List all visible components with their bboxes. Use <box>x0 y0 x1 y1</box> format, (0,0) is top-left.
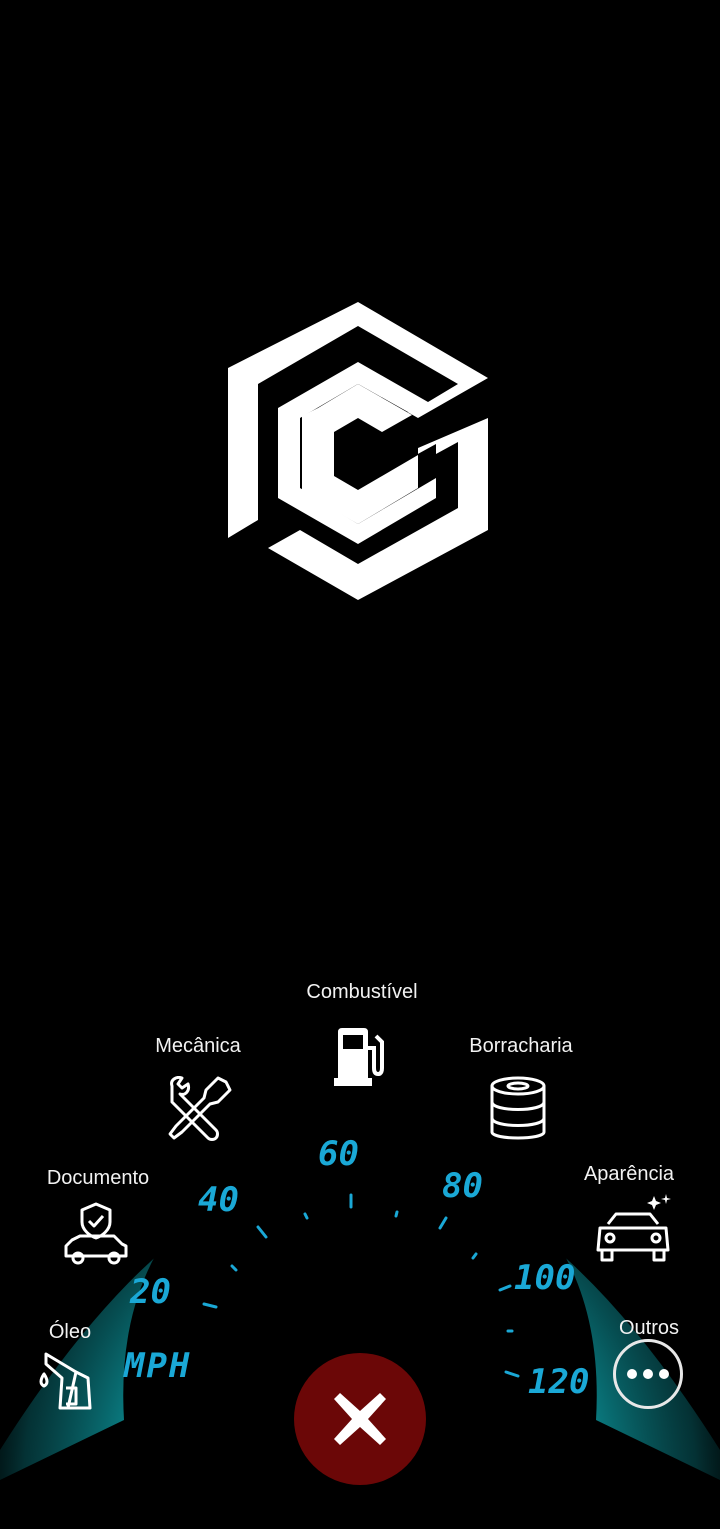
menu-item-label: Borracharia <box>469 1035 573 1057</box>
oil-pump-icon <box>39 1352 92 1410</box>
close-menu-button[interactable] <box>294 1353 426 1485</box>
menu-item-label: Combustível <box>306 981 418 1003</box>
tire-stack-icon <box>490 1076 546 1140</box>
shiny-car-icon <box>596 1194 671 1262</box>
menu-item-label: Óleo <box>48 1321 92 1343</box>
fuel-pump-icon <box>334 1028 384 1086</box>
menu-item-borracharia[interactable]: Borracharia <box>460 1034 582 1144</box>
menu-item-mecanica[interactable]: Mecânica <box>140 1034 256 1144</box>
menu-item-combustivel[interactable]: Combustível <box>296 980 428 1088</box>
menu-item-oleo[interactable]: Óleo <box>30 1318 110 1410</box>
wrench-screwdriver-icon <box>168 1076 232 1141</box>
menu-item-documento[interactable]: Documento <box>40 1164 156 1268</box>
more-options-button[interactable] <box>613 1339 683 1409</box>
menu-item-label: Mecânica <box>155 1035 241 1057</box>
close-icon <box>334 1393 386 1445</box>
car-shield-icon <box>64 1202 128 1265</box>
menu-item-label: Outros <box>618 1317 680 1339</box>
menu-item-aparencia[interactable]: Aparência <box>574 1162 684 1270</box>
more-dots-icon <box>624 1369 672 1379</box>
brand-logo <box>228 302 488 600</box>
menu-item-label: Aparência <box>583 1163 675 1185</box>
menu-item-label: Documento <box>46 1167 150 1189</box>
